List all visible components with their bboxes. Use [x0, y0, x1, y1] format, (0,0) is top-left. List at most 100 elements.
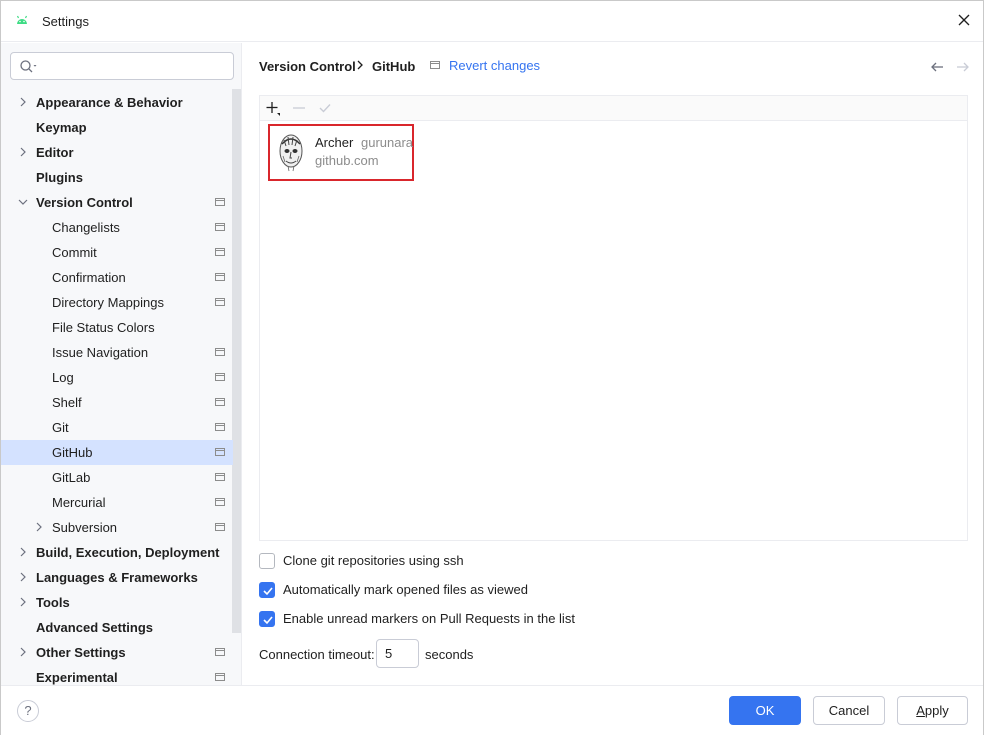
- project-scope-icon: [215, 498, 225, 506]
- sidebar-item-label: Mercurial: [52, 495, 106, 510]
- clone-ssh-label: Clone git repositories using ssh: [283, 553, 464, 568]
- chevron-right-icon[interactable]: [34, 522, 44, 532]
- account-server: github.com: [315, 153, 379, 168]
- project-scope-icon: [215, 523, 225, 531]
- chevron-down-icon[interactable]: [18, 197, 28, 207]
- clone-ssh-checkbox[interactable]: [259, 553, 275, 569]
- revert-changes-link[interactable]: Revert changes: [449, 58, 540, 73]
- sidebar-item-log[interactable]: Log: [1, 365, 233, 390]
- settings-tree: Appearance & Behavior Keymap Editor Plugins…: [1, 90, 233, 690]
- dialog-footer: ? OK Cancel Apply: [1, 685, 983, 735]
- sidebar-item-other-settings[interactable]: Other Settings: [1, 640, 233, 665]
- avatar: [279, 134, 303, 172]
- remove-icon[interactable]: [291, 100, 307, 116]
- project-scope-icon: [215, 273, 225, 281]
- breadcrumb-github: GitHub: [372, 59, 416, 74]
- project-scope-icon: [215, 298, 225, 306]
- mark-viewed-checkbox[interactable]: [259, 582, 275, 598]
- sidebar-item-gitlab[interactable]: GitLab: [1, 465, 233, 490]
- sidebar-item-tools[interactable]: Tools: [1, 590, 233, 615]
- sidebar-item-label: Commit: [52, 245, 97, 260]
- ok-button[interactable]: OK: [729, 696, 801, 725]
- close-icon[interactable]: [953, 9, 975, 31]
- project-scope-icon: [215, 648, 225, 656]
- chevron-right-icon[interactable]: [18, 572, 28, 582]
- settings-dialog: Settings Appearance & Behavior Keymap Edit…: [0, 0, 984, 735]
- sidebar-item-label: Shelf: [52, 395, 82, 410]
- sidebar-item-label: Git: [52, 420, 69, 435]
- sidebar-item-subversion[interactable]: Subversion: [1, 515, 233, 540]
- sidebar-item-label: Tools: [36, 595, 70, 610]
- project-scope-icon: [430, 61, 440, 69]
- apply-button[interactable]: Apply: [897, 696, 968, 725]
- sidebar-item-label: Log: [52, 370, 74, 385]
- sidebar-item-label: Languages & Frameworks: [36, 570, 198, 585]
- sidebar-item-label: GitHub: [52, 445, 93, 460]
- sidebar-item-git[interactable]: Git: [1, 415, 233, 440]
- sidebar-item-editor[interactable]: Editor: [1, 140, 233, 165]
- account-name: Archer: [315, 135, 354, 150]
- sidebar-item-github[interactable]: GitHub: [1, 440, 233, 465]
- arrow-left-icon[interactable]: [929, 59, 945, 75]
- sidebar-item-label: Editor: [36, 145, 74, 160]
- chevron-right-icon[interactable]: [18, 597, 28, 607]
- project-scope-icon: [215, 223, 225, 231]
- sidebar-item-build-execution-deployment[interactable]: Build, Execution, Deployment: [1, 540, 233, 565]
- sidebar-item-label: Keymap: [36, 120, 87, 135]
- add-icon[interactable]: [265, 100, 281, 116]
- chevron-right-icon[interactable]: [18, 97, 28, 107]
- checkmark-icon: [263, 587, 273, 596]
- sidebar-item-label: Other Settings: [36, 645, 126, 660]
- sidebar-item-label: Plugins: [36, 170, 83, 185]
- connection-timeout-label: Connection timeout:: [259, 647, 375, 662]
- android-icon: [16, 15, 28, 24]
- checkmark-icon: [263, 616, 273, 625]
- timeout-unit-label: seconds: [425, 647, 474, 662]
- sidebar-item-changelists[interactable]: Changelists: [1, 215, 233, 240]
- sidebar-item-issue-navigation[interactable]: Issue Navigation: [1, 340, 233, 365]
- chevron-right-icon[interactable]: [18, 547, 28, 557]
- unread-markers-checkbox[interactable]: [259, 611, 275, 627]
- sidebar-item-advanced-settings[interactable]: Advanced Settings: [1, 615, 233, 640]
- unread-markers-label: Enable unread markers on Pull Requests i…: [283, 611, 575, 626]
- project-scope-icon: [215, 248, 225, 256]
- account-login: gurunara: [361, 135, 414, 150]
- sidebar-item-keymap[interactable]: Keymap: [1, 115, 233, 140]
- project-scope-icon: [215, 373, 225, 381]
- project-scope-icon: [215, 473, 225, 481]
- sidebar-item-version-control[interactable]: Version Control: [1, 190, 233, 215]
- chevron-right-icon[interactable]: [18, 147, 28, 157]
- apply-label-rest: pply: [924, 703, 949, 718]
- sidebar-item-label: Advanced Settings: [36, 620, 154, 635]
- sidebar-item-plugins[interactable]: Plugins: [1, 165, 233, 190]
- sidebar-item-confirmation[interactable]: Confirmation: [1, 265, 233, 290]
- project-scope-icon: [215, 448, 225, 456]
- sidebar-item-shelf[interactable]: Shelf: [1, 390, 233, 415]
- cancel-button[interactable]: Cancel: [813, 696, 885, 725]
- sidebar-item-label: Version Control: [36, 195, 133, 210]
- project-scope-icon: [215, 348, 225, 356]
- sidebar-item-appearance-behavior[interactable]: Appearance & Behavior: [1, 90, 233, 115]
- mark-viewed-label: Automatically mark opened files as viewe…: [283, 582, 528, 597]
- accounts-panel: Archer gurunara github.com: [259, 95, 968, 541]
- sidebar-item-languages-frameworks[interactable]: Languages & Frameworks: [1, 565, 233, 590]
- project-scope-icon: [215, 673, 225, 681]
- arrow-right-icon[interactable]: [955, 59, 971, 75]
- sidebar-item-label: Changelists: [52, 220, 120, 235]
- sidebar-item-label: File Status Colors: [52, 320, 155, 335]
- sidebar-scrollbar[interactable]: [232, 89, 241, 633]
- sidebar-item-mercurial[interactable]: Mercurial: [1, 490, 233, 515]
- sidebar-item-commit[interactable]: Commit: [1, 240, 233, 265]
- sidebar-item-directory-mappings[interactable]: Directory Mappings: [1, 290, 233, 315]
- set-default-icon[interactable]: [317, 100, 333, 116]
- help-button[interactable]: ?: [17, 700, 39, 722]
- chevron-right-icon[interactable]: [18, 647, 28, 657]
- window-title: Settings: [42, 14, 89, 29]
- account-list-item[interactable]: Archer gurunara github.com: [268, 124, 414, 181]
- search-icon: [20, 60, 37, 73]
- sidebar-item-file-status-colors[interactable]: File Status Colors: [1, 315, 233, 340]
- search-field[interactable]: [10, 52, 234, 80]
- sidebar-item-label: Issue Navigation: [52, 345, 149, 360]
- chevron-right-icon: [357, 60, 363, 70]
- connection-timeout-input[interactable]: 5: [376, 639, 419, 668]
